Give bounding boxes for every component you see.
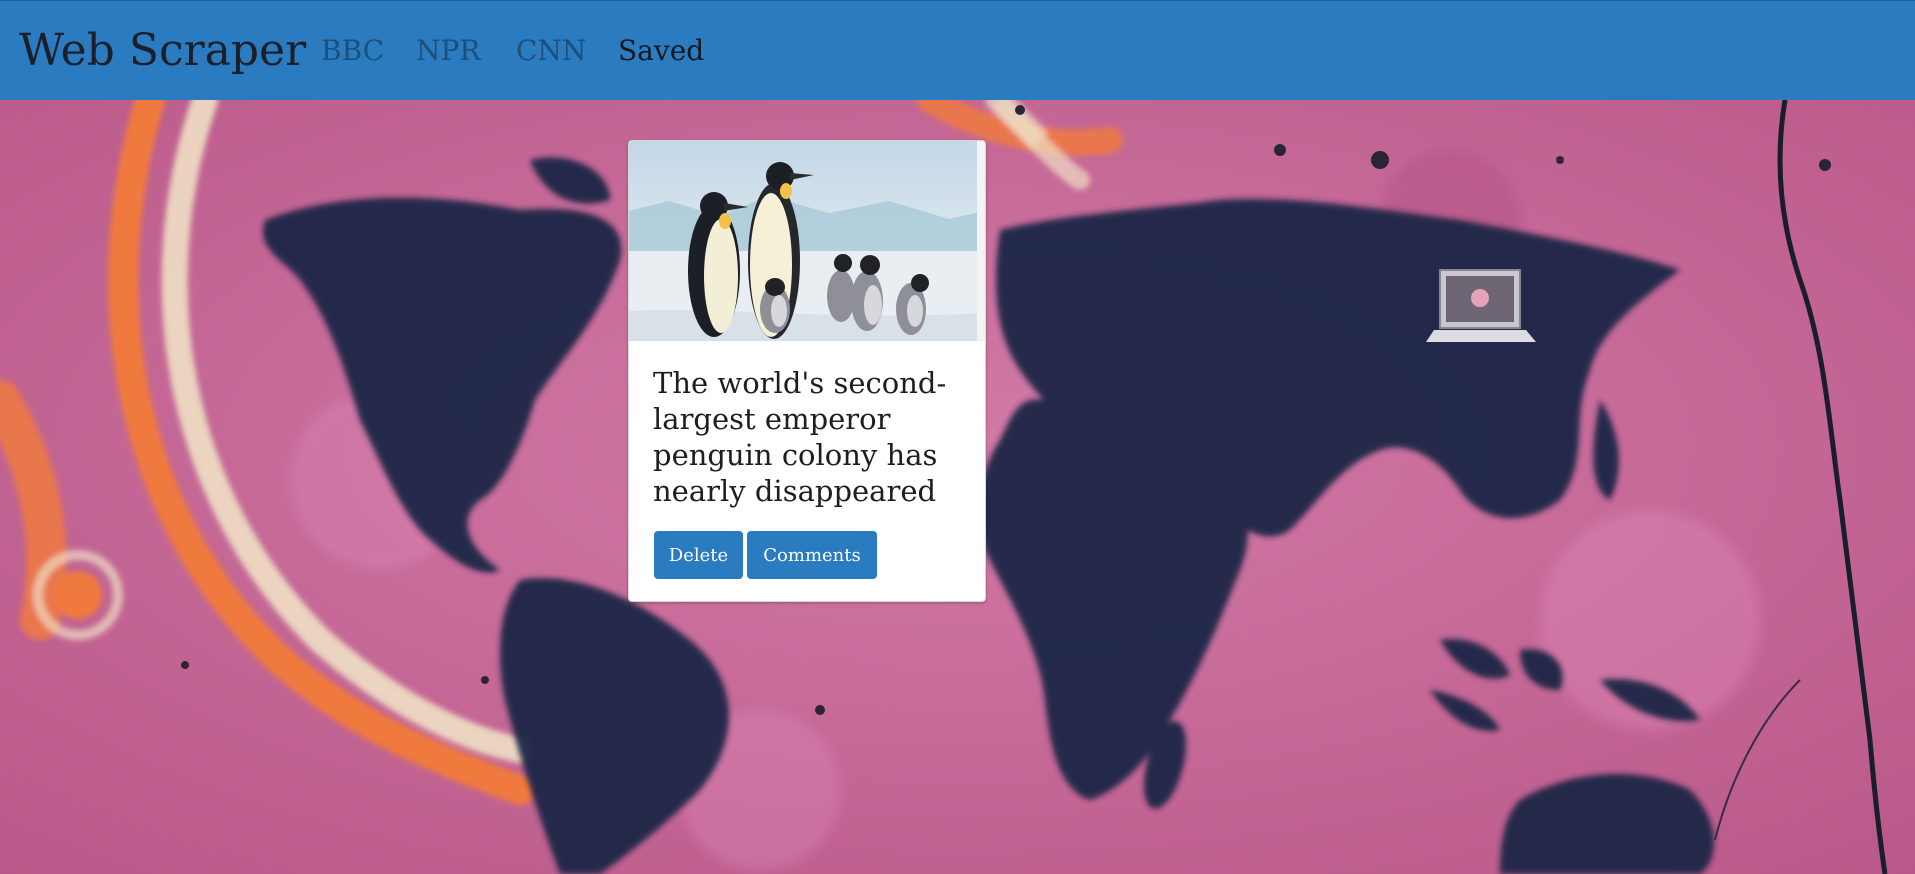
nav-link-saved[interactable]: Saved (618, 34, 704, 68)
article-card: The world's second-largest emperor pengu… (628, 140, 986, 602)
article-title[interactable]: The world's second-largest emperor pengu… (653, 365, 963, 509)
nav-link-npr[interactable]: NPR (416, 34, 480, 68)
top-navbar: Web Scraper BBC NPR CNN Saved (0, 0, 1915, 100)
nav-link-bbc[interactable]: BBC (321, 34, 384, 68)
laptop-sticker (1426, 269, 1536, 342)
article-image (629, 141, 985, 341)
comments-button[interactable]: Comments (747, 531, 877, 579)
brand-link[interactable]: Web Scraper (19, 25, 306, 77)
delete-button[interactable]: Delete (654, 531, 743, 579)
nav-link-cnn[interactable]: CNN (516, 34, 586, 68)
